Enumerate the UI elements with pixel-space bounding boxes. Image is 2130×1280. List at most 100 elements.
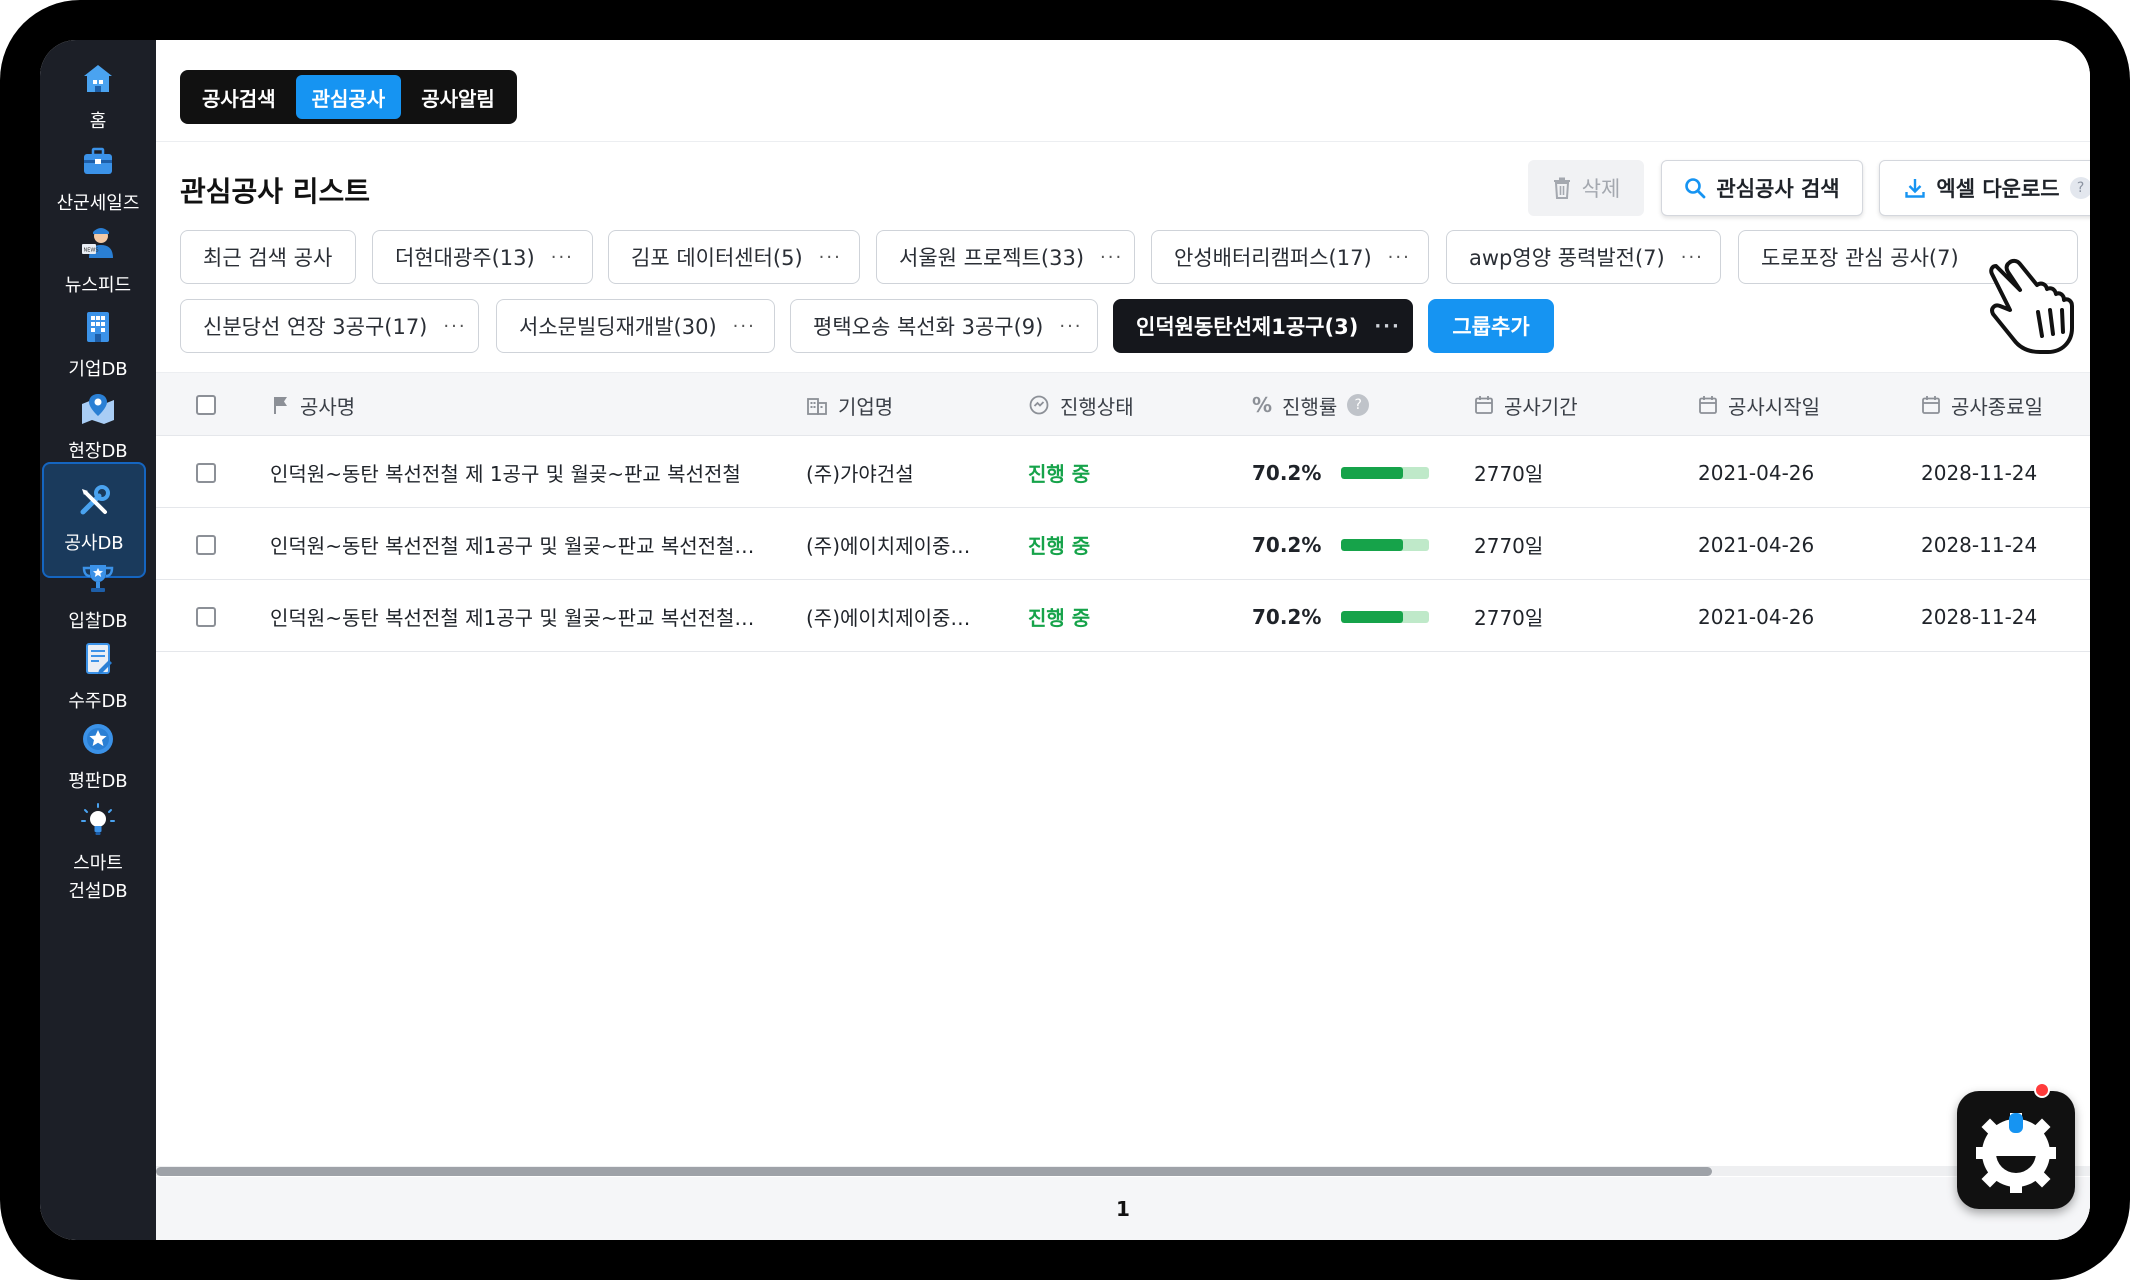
group-chip-label: 서소문빌딩재개발(30) bbox=[519, 315, 717, 339]
help-icon[interactable]: ? bbox=[1347, 394, 1370, 416]
group-chip[interactable]: 김포 데이터센터(5) ··· bbox=[608, 230, 860, 284]
checkbox[interactable] bbox=[196, 395, 216, 415]
sidebar-item-order-db[interactable]: 수주DB bbox=[40, 640, 156, 716]
column-label: 공사종료일 bbox=[1951, 394, 2043, 419]
sidebar-item-label-line1: 스마트 bbox=[73, 853, 123, 874]
more-icon[interactable]: ··· bbox=[733, 316, 756, 337]
more-icon[interactable]: ··· bbox=[819, 247, 842, 268]
worker-helmet-gear-icon bbox=[1976, 1113, 2056, 1193]
group-chip[interactable]: awp영양 풍력발전(7) ··· bbox=[1446, 230, 1721, 284]
tab-construction-search[interactable]: 공사검색 bbox=[186, 75, 292, 119]
group-chip[interactable]: 평택오송 복선화 3공구(9) ··· bbox=[790, 299, 1098, 353]
group-chip-label: 신분당선 연장 3공구(17) bbox=[203, 315, 428, 339]
progress-rate: 70.2% bbox=[1252, 532, 1322, 557]
sidebar-item-label: 산군세일즈 bbox=[56, 193, 140, 214]
group-chip[interactable]: 더현대광주(13) ··· bbox=[372, 230, 593, 284]
horizontal-scrollbar-thumb[interactable] bbox=[156, 1167, 1712, 1176]
column-header-period[interactable]: 공사기간 bbox=[1474, 373, 1578, 437]
more-icon[interactable]: ··· bbox=[1681, 247, 1704, 268]
column-label: 공사명 bbox=[300, 394, 356, 419]
group-chip-label: 평택오송 복선화 3공구(9) bbox=[813, 315, 1044, 339]
group-chip[interactable]: 안성배터리캠퍼스(17) ··· bbox=[1151, 230, 1429, 284]
column-header-end[interactable]: 공사종료일 bbox=[1921, 373, 2043, 437]
building-icon bbox=[807, 398, 827, 415]
sidebar-item-newsfeed[interactable]: NEWS 뉴스피드 bbox=[40, 224, 156, 300]
sidebar-item-label: 평판DB bbox=[68, 771, 128, 792]
group-chip-label: 김포 데이터센터(5) bbox=[631, 246, 803, 270]
more-icon[interactable]: ··· bbox=[1388, 247, 1411, 268]
progress-rate: 70.2% bbox=[1252, 460, 1322, 485]
column-header-name[interactable]: 공사명 bbox=[272, 373, 355, 437]
more-icon[interactable]: ··· bbox=[443, 316, 466, 337]
table-row[interactable]: 인덕원~동탄 복선전철 제 1공구 및 월곶~판교 복선전철 (주)가야건설 진… bbox=[156, 437, 2090, 508]
lightbulb-icon bbox=[81, 803, 115, 835]
column-header-status[interactable]: 진행상태 bbox=[1028, 373, 1134, 437]
sidebar: 홈 산군세일즈 NEWS 뉴스피드 기업DB 현장DB 공사DB 입찰DB 수주 bbox=[40, 40, 156, 1240]
column-header-start[interactable]: 공사시작일 bbox=[1698, 373, 1820, 437]
select-all-checkbox[interactable] bbox=[196, 373, 216, 437]
page-title: 관심공사 리스트 bbox=[180, 175, 371, 208]
group-chip-selected[interactable]: 인덕원동탄선제1공구(3) ··· bbox=[1113, 299, 1413, 353]
row-checkbox[interactable] bbox=[196, 462, 216, 483]
row-checkbox[interactable] bbox=[196, 606, 216, 627]
star-badge-icon bbox=[83, 724, 113, 754]
page-number[interactable]: 1 bbox=[1116, 1197, 1130, 1221]
briefcase-icon bbox=[84, 147, 112, 174]
main-content: 공사검색 관심공사 공사알림 관심공사 리스트 삭제 관심공사 검색 엑셀 다운… bbox=[156, 40, 2090, 1240]
company-name[interactable]: (주)에이치제이중… bbox=[806, 509, 996, 580]
excel-download-button[interactable]: 엑셀 다운로드 ? bbox=[1879, 160, 2090, 216]
start-date: 2021-04-26 bbox=[1698, 532, 1815, 557]
hand-pointer-icon bbox=[1989, 258, 2074, 354]
tab-construction-alerts[interactable]: 공사알림 bbox=[405, 75, 511, 119]
interest-search-button[interactable]: 관심공사 검색 bbox=[1661, 160, 1863, 216]
calendar-icon bbox=[1922, 396, 1940, 414]
progress-rate: 70.2% bbox=[1252, 604, 1322, 629]
progress-bar bbox=[1341, 538, 1430, 551]
sidebar-item-bid-db[interactable]: 입찰DB bbox=[40, 560, 156, 636]
row-checkbox[interactable] bbox=[196, 534, 216, 555]
column-header-company[interactable]: 기업명 bbox=[806, 373, 893, 437]
start-date: 2021-04-26 bbox=[1698, 604, 1815, 629]
tab-interest-construction[interactable]: 관심공사 bbox=[295, 75, 402, 119]
sidebar-item-label: 입찰DB bbox=[68, 611, 128, 632]
table-row[interactable]: 인덕원~동탄 복선전철 제1공구 및 월곶~판교 복선전철… (주)에이치제이중… bbox=[156, 581, 2090, 652]
sidebar-item-home[interactable]: 홈 bbox=[40, 60, 156, 136]
sidebar-item-sales[interactable]: 산군세일즈 bbox=[40, 142, 156, 218]
group-chip[interactable]: 서울원 프로젝트(33) ··· bbox=[876, 230, 1135, 284]
group-chip-label: 더현대광주(13) bbox=[395, 246, 535, 270]
more-icon[interactable]: ··· bbox=[551, 247, 574, 268]
sidebar-item-label: 홈 bbox=[89, 111, 107, 132]
sidebar-item-site-db[interactable]: 현장DB bbox=[40, 390, 156, 466]
column-label: 공사시작일 bbox=[1728, 394, 1820, 419]
sidebar-item-reputation-db[interactable]: 평판DB bbox=[40, 720, 156, 796]
screen: 홈 산군세일즈 NEWS 뉴스피드 기업DB 현장DB 공사DB 입찰DB 수주 bbox=[40, 40, 2090, 1240]
helper-floating-button[interactable] bbox=[1957, 1091, 2075, 1209]
column-label: 진행률 bbox=[1282, 394, 1338, 419]
group-chip-label: awp영양 풍력발전(7) bbox=[1469, 246, 1665, 270]
group-chip-label: 도로포장 관심 공사(7) bbox=[1761, 246, 1959, 270]
sidebar-item-smart-construction-db[interactable]: 스마트 건설DB bbox=[40, 802, 156, 906]
company-name[interactable]: (주)가야건설 bbox=[806, 437, 996, 508]
more-icon[interactable]: ··· bbox=[1059, 316, 1082, 337]
status-text: 진행 중 bbox=[1028, 606, 1091, 630]
group-chip[interactable]: 신분당선 연장 3공구(17) ··· bbox=[180, 299, 479, 353]
help-icon[interactable]: ? bbox=[2069, 177, 2090, 199]
more-icon[interactable]: ··· bbox=[1374, 316, 1401, 337]
group-chip[interactable]: 서소문빌딩재개발(30) ··· bbox=[496, 299, 775, 353]
sidebar-item-company-db[interactable]: 기업DB bbox=[40, 308, 156, 384]
construction-name[interactable]: 인덕원~동탄 복선전철 제1공구 및 월곶~판교 복선전철… bbox=[270, 509, 770, 580]
delete-button[interactable]: 삭제 bbox=[1528, 160, 1644, 216]
construction-name[interactable]: 인덕원~동탄 복선전철 제1공구 및 월곶~판교 복선전철… bbox=[270, 581, 770, 652]
column-header-rate[interactable]: % 진행률 ? bbox=[1252, 373, 1370, 437]
table-header: 공사명 기업명 진행상태 % 진행률 ? 공사기간 공사시작일 공사종료일 bbox=[156, 372, 2090, 436]
company-name[interactable]: (주)에이치제이중… bbox=[806, 581, 996, 652]
end-date: 2028-11-24 bbox=[1921, 532, 2038, 557]
progress-bar bbox=[1341, 610, 1430, 623]
progress-bar-fill bbox=[1341, 466, 1404, 479]
add-group-button[interactable]: 그룹추가 bbox=[1428, 299, 1554, 353]
group-chip-recent[interactable]: 최근 검색 공사 bbox=[180, 230, 356, 284]
table-row[interactable]: 인덕원~동탄 복선전철 제1공구 및 월곶~판교 복선전철… (주)에이치제이중… bbox=[156, 509, 2090, 580]
construction-name[interactable]: 인덕원~동탄 복선전철 제 1공구 및 월곶~판교 복선전철 bbox=[270, 437, 770, 508]
download-icon bbox=[1905, 179, 1926, 198]
more-icon[interactable]: ··· bbox=[1100, 247, 1123, 268]
